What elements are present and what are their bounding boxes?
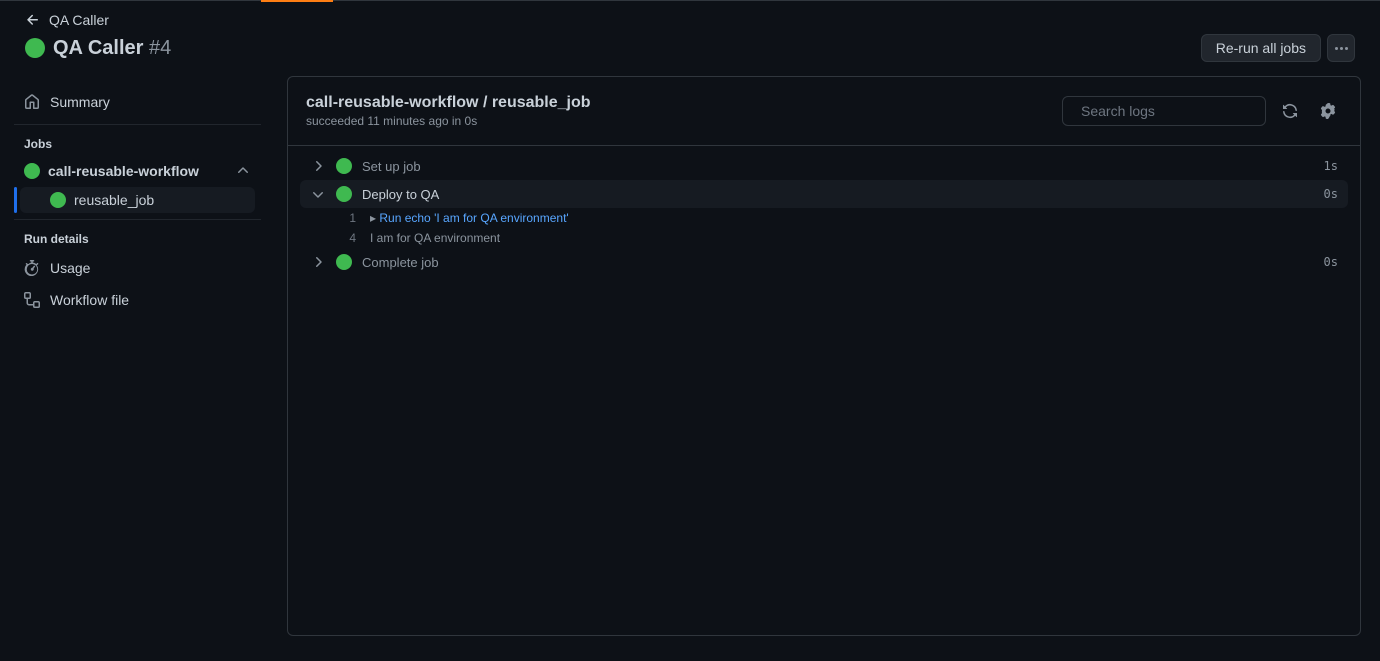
check-circle-icon [336, 186, 352, 202]
check-circle-icon [336, 254, 352, 270]
step-label: Set up job [362, 159, 1314, 174]
divider [14, 219, 261, 220]
step-label: Complete job [362, 255, 1314, 270]
check-circle-icon [25, 38, 45, 58]
more-options-button[interactable] [1327, 34, 1355, 62]
step-deploy[interactable]: Deploy to QA 0s [300, 180, 1348, 208]
sub-job-reusable[interactable]: reusable_job [20, 187, 255, 213]
chevron-down-icon [310, 186, 326, 202]
sync-icon [1282, 103, 1298, 119]
check-circle-icon [50, 192, 66, 208]
step-label: Deploy to QA [362, 187, 1314, 202]
workflow-job-group[interactable]: call-reusable-workflow [14, 157, 261, 185]
jobs-heading: Jobs [14, 127, 261, 157]
workflow-file-nav[interactable]: Workflow file [14, 284, 261, 316]
loading-bar [0, 1, 1380, 2]
home-icon [24, 94, 40, 110]
chevron-right-icon [310, 158, 326, 174]
logs-subtitle: succeeded 11 minutes ago in 0s [306, 114, 591, 128]
check-circle-icon [24, 163, 40, 179]
refresh-logs-button[interactable] [1276, 97, 1304, 125]
search-logs[interactable] [1062, 96, 1266, 126]
usage-nav[interactable]: Usage [14, 252, 261, 284]
run-details-heading: Run details [14, 222, 261, 252]
breadcrumb-workflow[interactable]: QA Caller [49, 12, 109, 28]
workflow-name: call-reusable-workflow [48, 163, 199, 179]
step-duration: 0s [1324, 187, 1338, 201]
usage-label: Usage [50, 260, 90, 276]
log-line: 1 ▸ Run echo 'I am for QA environment' [300, 208, 1348, 228]
kebab-icon [1335, 47, 1348, 50]
step-duration: 1s [1324, 159, 1338, 173]
breadcrumb[interactable]: QA Caller [0, 2, 1380, 28]
run-number: #4 [149, 37, 171, 59]
rerun-all-jobs-button[interactable]: Re-run all jobs [1201, 34, 1321, 62]
step-complete[interactable]: Complete job 0s [300, 248, 1348, 276]
divider [14, 124, 261, 125]
stopwatch-icon [24, 260, 40, 276]
log-line: 4 I am for QA environment [300, 228, 1348, 248]
step-setup[interactable]: Set up job 1s [300, 152, 1348, 180]
step-duration: 0s [1324, 255, 1338, 269]
arrow-left-icon [25, 12, 41, 28]
sidebar: Summary Jobs call-reusable-workflow reus… [0, 76, 275, 655]
logs-body: Set up job 1s Deploy to QA 0s 1 ▸ Run ec… [288, 145, 1360, 635]
search-input[interactable] [1081, 103, 1262, 119]
logs-title: call-reusable-workflow / reusable_job [306, 94, 591, 112]
sub-job-label: reusable_job [74, 192, 154, 208]
logs-container: call-reusable-workflow / reusable_job su… [287, 76, 1361, 636]
chevron-up-icon[interactable] [235, 163, 251, 179]
summary-label: Summary [50, 94, 110, 110]
summary-nav[interactable]: Summary [14, 86, 261, 118]
workflow-icon [24, 292, 40, 308]
workflow-file-label: Workflow file [50, 292, 129, 308]
chevron-right-icon [310, 254, 326, 270]
page-title: QA Caller #4 [53, 37, 171, 60]
gear-icon [1320, 103, 1336, 119]
settings-logs-button[interactable] [1314, 97, 1342, 125]
check-circle-icon [336, 158, 352, 174]
